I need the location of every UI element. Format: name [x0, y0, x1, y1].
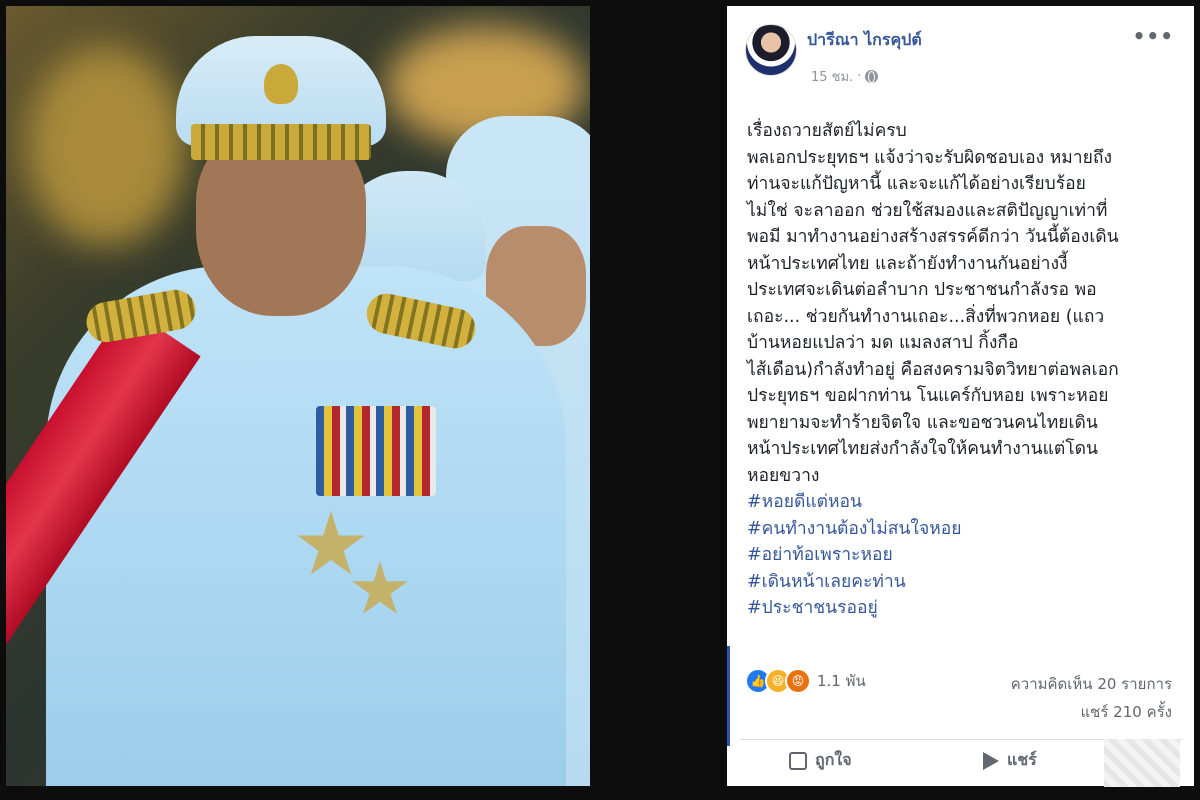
post-card: ปารีณา ไกรคุปต์ 15 ชม. · ••• เรื่องถวายส… — [727, 6, 1194, 787]
post-stats: ความคิดเห็น 20 รายการ แชร์ 210 ครั้ง — [1011, 670, 1172, 726]
post-line: ประยุทธฯ ขอฝากท่าน โนแคร์กับหอย เพราะหอย — [747, 386, 1109, 406]
hashtag-link[interactable]: #เดินหน้าเลยคะท่าน — [747, 569, 1177, 596]
share-button[interactable]: แชร์ — [983, 748, 1037, 773]
post-line: พอมี มาทำงานอย่างสร้างสรรค์ดีกว่า วันนี้… — [747, 227, 1119, 247]
medal-ribbons — [316, 406, 436, 496]
comment-count[interactable]: ความคิดเห็น 20 รายการ — [1011, 670, 1172, 698]
share-button-label: แชร์ — [1007, 750, 1037, 769]
post-body: เรื่องถวายสัตย์ไม่ครบ พลเอกประยุทธฯ แจ้ง… — [747, 118, 1177, 622]
like-thumb-icon — [789, 751, 807, 770]
post-line: หอยขวาง — [747, 465, 820, 486]
post-line: พลเอกประยุทธฯ แจ้งว่าจะรับผิดชอบเอง หมาย… — [747, 147, 1113, 168]
accent-bar — [727, 646, 730, 746]
post-line: หน้าประเทศไทย และถ้ายังทำงานกันอย่างงี้ — [747, 253, 1068, 274]
cap-badge — [264, 64, 298, 104]
post-line: พยายามจะทำร้ายจิตใจ และขอชวนคนไทยเดิน — [747, 412, 1098, 433]
like-button-label: ถูกใจ — [815, 750, 852, 769]
post-line: ท่านจะแก้ปัญหานี้ และจะแก้ได้อย่างเรียบร… — [747, 174, 1086, 194]
separator: · — [857, 69, 862, 84]
reaction-summary[interactable]: 👍 😆 😡 1.1 พัน — [745, 668, 866, 694]
angry-reaction-icon: 😡 — [785, 668, 811, 694]
post-line: หน้าประเทศไทยส่งกำลังใจให้คนทำงานแต่โดน — [747, 439, 1098, 459]
post-line: เรื่องถวายสัตย์ไม่ครบ — [747, 121, 907, 141]
more-icon[interactable]: ••• — [1133, 26, 1174, 46]
like-button[interactable]: ถูกใจ — [789, 748, 852, 773]
post-line: เถอะ... ช่วยกันทำงานเถอะ...สิ่งที่พวกหอย… — [747, 306, 1105, 327]
reaction-count: 1.1 พัน — [817, 672, 866, 690]
hashtag-link[interactable]: #หอยดีแต่หอน — [747, 489, 1177, 516]
cap-band — [191, 124, 371, 160]
post-line: ไม่ใช่ จะลาออก ช่วยใช้สมองและสติปัญญาเท่… — [747, 200, 1108, 221]
background-blur — [26, 46, 186, 246]
post-meta: 15 ชม. · — [811, 66, 879, 87]
share-arrow-icon — [983, 751, 999, 770]
post-time[interactable]: 15 ชม. — [811, 66, 853, 87]
hashtag-link[interactable]: #ประชาชนรออยู่ — [747, 595, 1177, 622]
avatar[interactable] — [745, 24, 797, 76]
post-line: ประเทศจะเดินต่อลำบาก ประชาชนกำลังรอ พอ — [747, 280, 1097, 300]
share-count[interactable]: แชร์ 210 ครั้ง — [1011, 698, 1173, 726]
hashtag-link[interactable]: #อย่าท้อเพราะหอย — [747, 542, 1177, 569]
post-line: ไส้เดือน)กำลังทำอยู่ คือสงครามจิตวิทยาต่… — [747, 359, 1119, 380]
post-line: บ้านหอยแปลว่า มด แมลงสาป กิ้งกือ — [747, 333, 1019, 353]
hashtag-link[interactable]: #คนทำงานต้องไม่สนใจหอย — [747, 516, 1177, 543]
author-name[interactable]: ปารีณา ไกรคุปต์ — [807, 28, 922, 53]
globe-icon — [865, 70, 879, 83]
blurred-region — [1104, 739, 1180, 787]
post-photo[interactable] — [6, 6, 590, 786]
